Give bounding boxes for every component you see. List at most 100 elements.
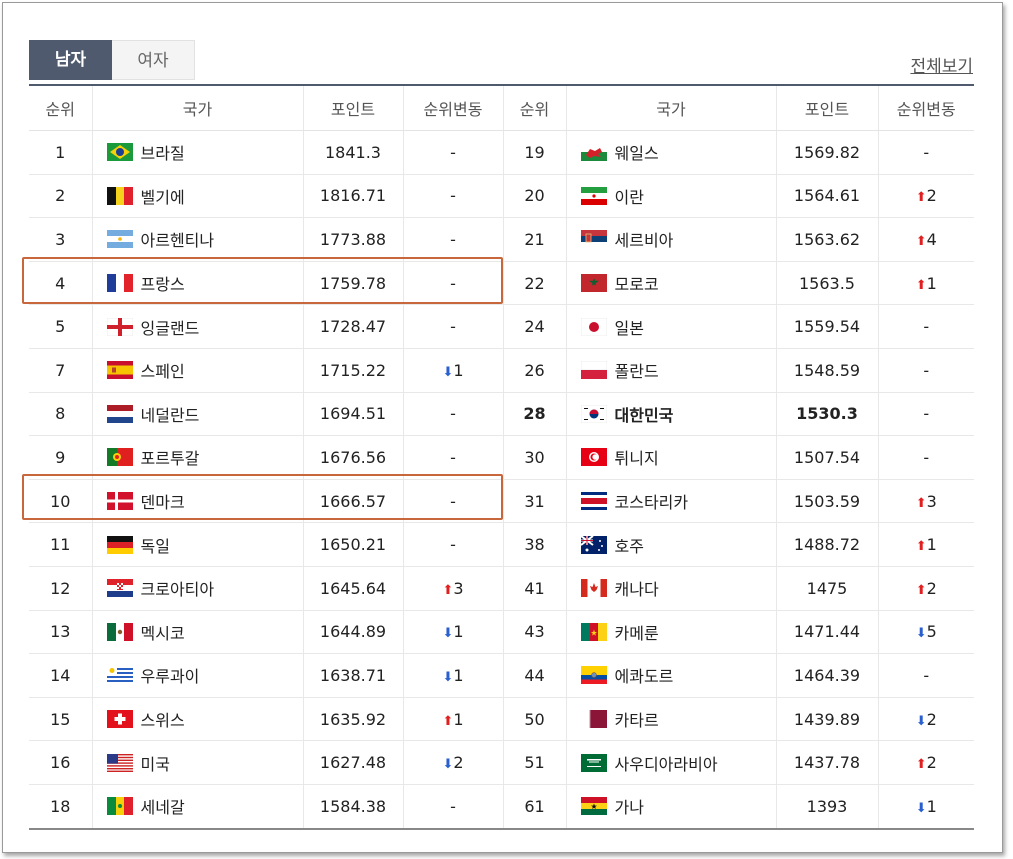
- tab-women[interactable]: 여자: [112, 40, 195, 80]
- country-cell[interactable]: 덴마크: [92, 479, 304, 524]
- poland-flag-icon: [580, 361, 607, 380]
- rank-change-value: -: [923, 447, 930, 467]
- country-cell[interactable]: 스페인: [92, 348, 304, 393]
- country-name[interactable]: 세르비아: [615, 231, 674, 250]
- country-name[interactable]: 네덜란드: [141, 406, 200, 425]
- country-cell[interactable]: 미국: [92, 740, 304, 785]
- country-name[interactable]: 가나: [615, 798, 644, 817]
- country-name[interactable]: 웨일스: [615, 144, 659, 163]
- country-name[interactable]: 폴란드: [615, 362, 659, 381]
- country-cell[interactable]: 카메룬: [566, 610, 777, 655]
- rank-change-value: -: [450, 796, 456, 816]
- rank-cell: 9: [29, 435, 93, 480]
- arrow-down-icon: ⬇: [442, 364, 454, 380]
- country-cell[interactable]: 호주: [566, 522, 777, 567]
- country-name[interactable]: 캐나다: [615, 580, 659, 599]
- rank-cell: 26: [503, 348, 567, 393]
- country-name[interactable]: 튀니지: [615, 449, 659, 468]
- header-change: 순위변동: [878, 85, 974, 131]
- country-name[interactable]: 카메룬: [615, 624, 659, 643]
- country-cell[interactable]: 일본: [566, 304, 777, 349]
- country-name[interactable]: 잉글랜드: [141, 319, 200, 338]
- country-name[interactable]: 코스타리카: [615, 493, 689, 512]
- country-name[interactable]: 세네갈: [141, 798, 185, 817]
- japan-flag-icon: [580, 317, 607, 336]
- arrow-up-icon: ⬆: [915, 757, 927, 773]
- country-name[interactable]: 벨기에: [141, 188, 185, 207]
- country-cell[interactable]: 아르헨티나: [92, 217, 304, 262]
- country-cell[interactable]: 브라질: [92, 130, 304, 175]
- canada-flag-icon: [580, 579, 607, 598]
- table-row: 8 네덜란드 1694.51 - 28 대한민국 1530.3 -: [29, 392, 974, 437]
- country-cell[interactable]: 세네갈: [92, 784, 304, 830]
- country-cell[interactable]: 코스타리카: [566, 479, 777, 524]
- country-cell[interactable]: 멕시코: [92, 610, 304, 655]
- country-name[interactable]: 일본: [615, 319, 644, 338]
- country-name[interactable]: 스위스: [141, 711, 185, 730]
- country-name[interactable]: 덴마크: [141, 493, 185, 512]
- country-cell[interactable]: 카타르: [566, 697, 777, 742]
- country-name[interactable]: 크로아티아: [141, 580, 215, 599]
- country-cell[interactable]: 에콰도르: [566, 653, 777, 698]
- rank-change-cell: -: [878, 435, 974, 480]
- country-cell[interactable]: 폴란드: [566, 348, 777, 393]
- country-name[interactable]: 이란: [615, 188, 644, 207]
- country-cell[interactable]: 포르투갈: [92, 435, 304, 480]
- rank-cell: 8: [29, 392, 93, 437]
- view-all-link[interactable]: 전체보기: [910, 52, 973, 77]
- country-cell[interactable]: 잉글랜드: [92, 304, 304, 349]
- country-cell[interactable]: 캐나다: [566, 566, 777, 611]
- country-cell[interactable]: 크로아티아: [92, 566, 304, 611]
- country-name[interactable]: 포르투갈: [141, 449, 200, 468]
- country-name[interactable]: 대한민국: [615, 406, 674, 425]
- country-name[interactable]: 호주: [615, 537, 644, 556]
- country-cell[interactable]: 모로코: [566, 261, 777, 306]
- rank-cell: 30: [503, 435, 567, 480]
- points-cell: 1666.57: [303, 479, 404, 524]
- table-row: 13 멕시코 1644.89 ⬇1 43 카메룬 1471.44 ⬇5: [29, 610, 974, 655]
- country-cell[interactable]: 독일: [92, 522, 304, 567]
- country-name[interactable]: 멕시코: [141, 624, 185, 643]
- table-row: 7 스페인 1715.22 ⬇1 26 폴란드 1548.59-: [29, 348, 974, 393]
- country-name[interactable]: 미국: [141, 755, 170, 774]
- points-cell: 1548.59: [776, 348, 879, 393]
- rank-change-value: -: [450, 273, 456, 293]
- country-name[interactable]: 프랑스: [141, 275, 185, 294]
- country-cell[interactable]: 대한민국: [566, 392, 777, 437]
- arrow-up-icon: ⬆: [915, 233, 927, 249]
- country-name[interactable]: 에콰도르: [615, 667, 674, 686]
- points-cell: 1507.54: [776, 435, 879, 480]
- country-cell[interactable]: 튀니지: [566, 435, 777, 480]
- portugal-flag-icon: [106, 448, 133, 467]
- tab-men[interactable]: 남자: [29, 40, 112, 80]
- country-cell[interactable]: 사우디아라비아: [566, 740, 777, 785]
- rank-change-value: 1: [453, 665, 464, 685]
- country-name[interactable]: 모로코: [615, 275, 659, 294]
- rank-change-value: 3: [926, 491, 937, 511]
- country-cell[interactable]: 세르비아: [566, 217, 777, 262]
- country-name[interactable]: 카타르: [615, 711, 659, 730]
- morocco-flag-icon: [580, 274, 607, 293]
- country-cell[interactable]: 스위스: [92, 697, 304, 742]
- points-cell: 1464.39: [776, 653, 879, 698]
- country-cell[interactable]: 네덜란드: [92, 392, 304, 437]
- country-name[interactable]: 브라질: [141, 144, 185, 163]
- country-cell[interactable]: 웨일스: [566, 130, 777, 175]
- country-cell[interactable]: 벨기에: [92, 174, 304, 219]
- country-name[interactable]: 아르헨티나: [141, 231, 215, 250]
- country-name[interactable]: 스페인: [141, 362, 185, 381]
- header-change: 순위변동: [403, 85, 504, 131]
- points-cell: 1393: [776, 784, 879, 830]
- country-cell[interactable]: 우루과이: [92, 653, 304, 698]
- rank-change-cell: ⬆4: [878, 217, 974, 262]
- country-name[interactable]: 독일: [141, 537, 170, 556]
- rank-change-cell: ⬆1: [878, 261, 974, 306]
- country-cell[interactable]: 프랑스: [92, 261, 304, 306]
- rank-change-value: -: [923, 665, 930, 685]
- points-cell: 1715.22: [303, 348, 404, 393]
- country-cell[interactable]: 이란: [566, 174, 777, 219]
- country-name[interactable]: 우루과이: [141, 667, 200, 686]
- country-cell[interactable]: 가나: [566, 784, 777, 830]
- rank-cell: 16: [29, 740, 93, 785]
- country-name[interactable]: 사우디아라비아: [615, 755, 718, 774]
